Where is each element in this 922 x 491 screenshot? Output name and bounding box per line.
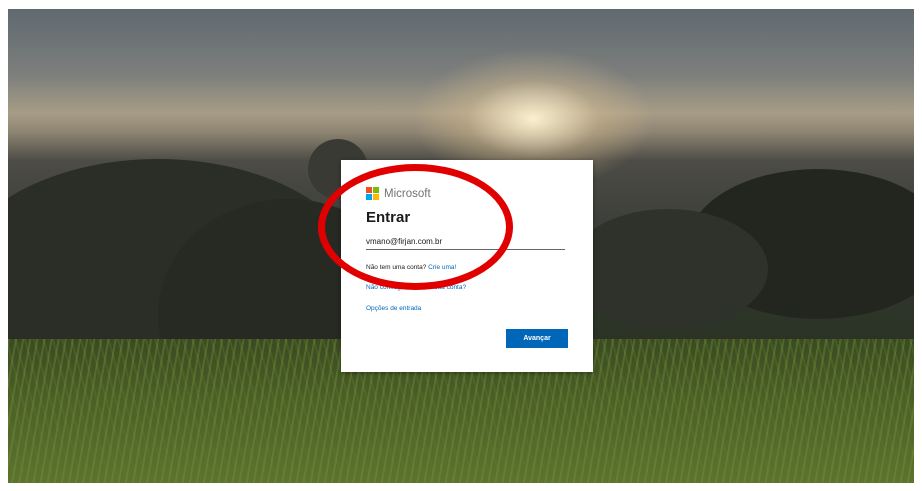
sign-in-dialog: Microsoft Entrar Não tem uma conta? Crie… <box>341 160 593 372</box>
cant-access-line: Não consegue acessar sua conta? <box>366 284 466 291</box>
no-account-text: Não tem uma conta? <box>366 264 429 271</box>
next-button[interactable]: Avançar <box>506 329 568 348</box>
sign-in-options-link[interactable]: Opções de entrada <box>366 305 421 312</box>
cant-access-link[interactable]: Não consegue acessar sua conta? <box>366 284 466 291</box>
sign-in-options-line: Opções de entrada <box>366 305 421 312</box>
no-account-line: Não tem uma conta? Crie uma! <box>366 264 456 271</box>
hill-shape <box>568 209 768 329</box>
microsoft-logo: Microsoft <box>366 187 431 200</box>
email-field[interactable] <box>366 234 565 250</box>
microsoft-logo-icon <box>366 187 379 200</box>
create-account-link[interactable]: Crie uma! <box>428 264 456 271</box>
brand-name: Microsoft <box>384 187 431 200</box>
page-title: Entrar <box>366 209 411 226</box>
